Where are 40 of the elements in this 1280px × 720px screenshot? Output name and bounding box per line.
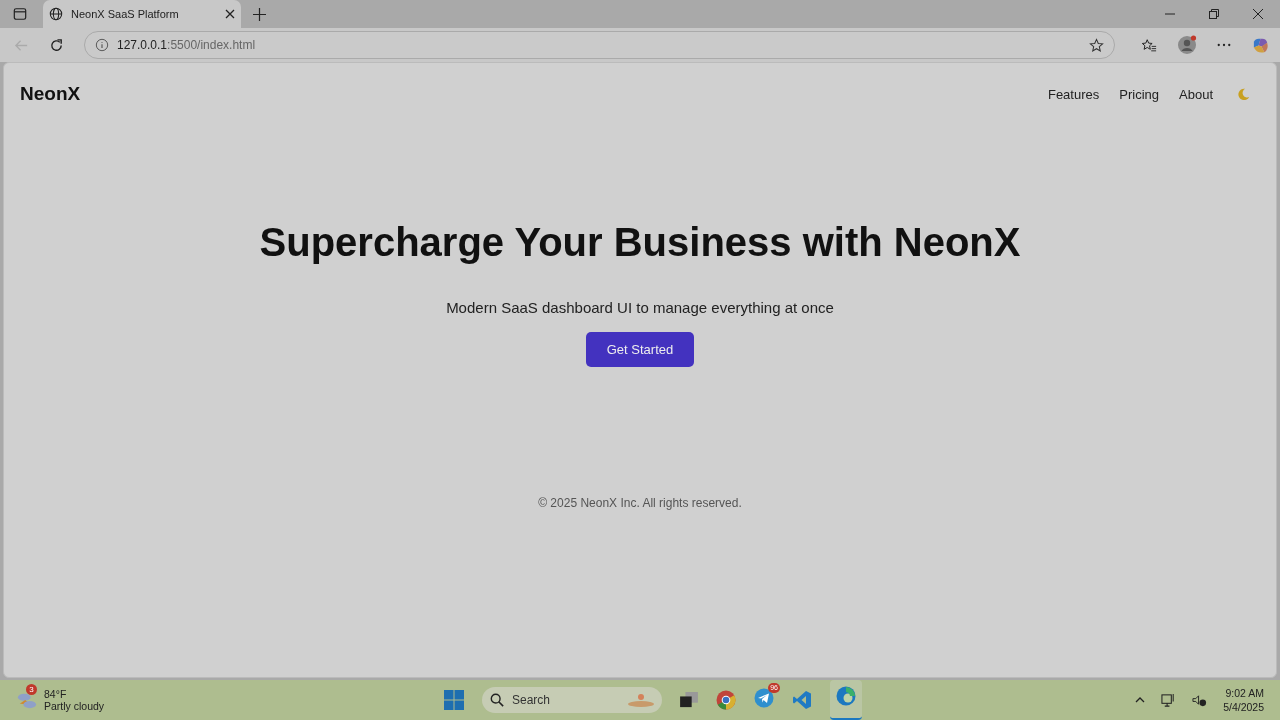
taskbar-search[interactable]: Search bbox=[482, 687, 662, 713]
new-tab-icon[interactable] bbox=[253, 7, 266, 21]
info-icon bbox=[95, 38, 109, 52]
nav-link[interactable]: About bbox=[1179, 86, 1213, 102]
tab-title: NeonX SaaS Platform bbox=[71, 8, 180, 20]
brand-logo[interactable]: NeonX bbox=[20, 83, 81, 105]
restore-icon[interactable] bbox=[1209, 9, 1219, 19]
hero-subtitle: Modern SaaS dashboard UI to manage everything at once bbox=[446, 299, 834, 316]
hero-title: Supercharge Your Business with NeonX bbox=[259, 220, 1021, 265]
tab-actions-icon[interactable] bbox=[13, 7, 27, 21]
globe-icon bbox=[49, 7, 63, 21]
clock-time[interactable]: 9:02 AM bbox=[1225, 686, 1264, 700]
address-bar[interactable]: 127.0.0.1:5500/index.html bbox=[84, 31, 1115, 59]
edge-browser-icon[interactable] bbox=[836, 686, 856, 706]
network-icon[interactable] bbox=[1161, 692, 1177, 708]
search-icon bbox=[490, 693, 504, 707]
speaker-muted-icon[interactable] bbox=[1192, 692, 1208, 708]
nav-link[interactable]: Pricing bbox=[1119, 86, 1159, 102]
notification-badge: 3 bbox=[26, 684, 37, 695]
footer-text: © 2025 NeonX Inc. All rights reserved. bbox=[538, 496, 742, 510]
temperature-text: 84°F bbox=[44, 688, 68, 700]
close-icon[interactable] bbox=[1253, 9, 1263, 19]
paper-plane-icon[interactable] bbox=[754, 688, 774, 708]
close-icon[interactable] bbox=[225, 9, 235, 19]
chrome-icon[interactable] bbox=[716, 690, 736, 710]
url-text: 127.0.0.1:5500/index.html bbox=[117, 38, 256, 52]
star-icon[interactable] bbox=[1089, 37, 1104, 53]
task-view-icon[interactable] bbox=[680, 692, 698, 708]
windows-start-icon[interactable] bbox=[444, 690, 464, 710]
profile-avatar-icon[interactable] bbox=[1177, 35, 1197, 55]
get-started-button[interactable]: Get Started bbox=[586, 332, 694, 367]
weather-condition: Partly cloudy bbox=[44, 700, 105, 712]
clock-date[interactable]: 5/4/2025 bbox=[1223, 700, 1264, 714]
chevron-up-icon[interactable] bbox=[1135, 697, 1146, 703]
more-icon[interactable] bbox=[1217, 43, 1231, 47]
favorites-icon[interactable] bbox=[1141, 37, 1157, 53]
nav-link[interactable]: Features bbox=[1047, 86, 1100, 102]
landscape-icon bbox=[626, 692, 656, 708]
refresh-icon[interactable] bbox=[49, 37, 64, 53]
browser-tab[interactable]: NeonX SaaS Platform bbox=[43, 0, 241, 28]
